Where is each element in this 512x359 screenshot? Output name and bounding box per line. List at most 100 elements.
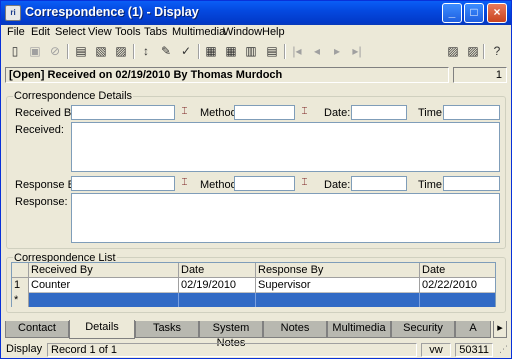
date-label: Date: [324, 107, 351, 119]
column-header-response-date[interactable]: Date [420, 263, 495, 278]
menu-select[interactable]: Select [55, 26, 86, 38]
close-button[interactable]: × [487, 3, 507, 23]
status-vw: vw [421, 343, 451, 357]
grid-view-icon[interactable]: ▦ [223, 43, 239, 59]
toolbar-separator [284, 44, 286, 59]
delete-record-icon[interactable]: ▧ [93, 43, 109, 59]
details-group-title: Correspondence Details [13, 90, 134, 102]
menu-tabs[interactable]: Tabs [144, 26, 167, 38]
edit-icon[interactable]: ✎ [158, 43, 174, 59]
response-date-field[interactable] [351, 176, 407, 191]
menu-tools[interactable]: Tools [115, 26, 141, 38]
received-by-picker-icon[interactable]: ⌶ [178, 105, 191, 119]
new-cell-received-by[interactable] [29, 293, 179, 307]
received-by-field[interactable] [71, 105, 175, 120]
column-header-response-by[interactable]: Response By [256, 263, 420, 278]
toolbar-separator [483, 44, 485, 59]
menu-edit[interactable]: Edit [31, 26, 50, 38]
record-count: 1 [453, 67, 507, 83]
menu-bar: File Edit Select View Tools Tabs Multime… [1, 25, 511, 41]
response-by-field[interactable] [71, 176, 175, 191]
previous-record-icon[interactable]: ◂ [309, 43, 325, 59]
tab-multimedia[interactable]: Multimedia [327, 321, 391, 338]
cancel-icon[interactable]: ⊘ [47, 43, 63, 59]
window-title: Correspondence (1) - Display [25, 5, 199, 19]
minimize-button[interactable]: _ [442, 3, 462, 23]
attach-icon[interactable]: ▨ [445, 43, 461, 59]
tab-tasks[interactable]: Tasks [135, 321, 199, 338]
first-record-icon[interactable]: |◂ [289, 43, 305, 59]
new-icon[interactable]: ▯ [7, 43, 23, 59]
response-method-field[interactable] [234, 176, 295, 191]
context-help-icon[interactable]: ? [489, 43, 505, 59]
toolbar-separator [198, 44, 200, 59]
tab-contact[interactable]: Contact [5, 321, 69, 338]
new-row[interactable]: * [12, 293, 495, 307]
menu-help[interactable]: Help [262, 26, 285, 38]
tab-security[interactable]: Security [391, 321, 455, 338]
received-date-field[interactable] [351, 105, 407, 120]
status-record: Record 1 of 1 [47, 343, 417, 357]
column-header-date[interactable]: Date [179, 263, 256, 278]
tab-bar: Contact Details Tasks System Notes Notes… [1, 319, 511, 349]
new-cell-response-by[interactable] [256, 293, 420, 307]
window: ri Correspondence (1) - Display _ □ × Fi… [0, 0, 512, 359]
response-label: Response: [15, 196, 68, 208]
tab-system-notes[interactable]: System Notes [199, 321, 263, 349]
method-picker-icon[interactable]: ⌶ [298, 105, 311, 119]
status-code: 50311 [455, 343, 493, 357]
new-row-marker: * [12, 293, 29, 307]
toolbar-separator [67, 44, 69, 59]
record-header: [Open] Received on 02/19/2010 By Thomas … [5, 67, 449, 83]
spellcheck-icon[interactable]: ✓ [178, 43, 194, 59]
save-icon[interactable]: ▣ [27, 43, 43, 59]
status-bar: Display Record 1 of 1 vw 50311 ⋰ [1, 342, 511, 358]
row-number: 1 [12, 278, 29, 293]
tab-notes[interactable]: Notes [263, 321, 327, 338]
next-record-icon[interactable]: ▸ [329, 43, 345, 59]
status-mode: Display [6, 343, 43, 355]
received-time-field[interactable] [443, 105, 500, 120]
received-label: Received: [15, 124, 64, 136]
cell-date[interactable]: 02/19/2010 [179, 278, 256, 293]
cell-response-date[interactable]: 02/22/2010 [420, 278, 495, 293]
method-field[interactable] [234, 105, 295, 120]
tab-scroll-right-icon[interactable]: ▸ [493, 321, 507, 338]
form-view-icon[interactable]: ▥ [243, 43, 259, 59]
toolbar-separator [133, 44, 135, 59]
response-text-area[interactable] [71, 193, 500, 243]
menu-window[interactable]: Window [223, 26, 262, 38]
tab-details[interactable]: Details [69, 320, 135, 339]
received-text-area[interactable] [71, 122, 500, 172]
menu-multimedia[interactable]: Multimedia [172, 26, 225, 38]
correspondence-grid: Received By Date Response By Date 1 Coun… [11, 262, 496, 307]
response-by-picker-icon[interactable]: ⌶ [178, 176, 191, 190]
app-icon[interactable]: ri [5, 5, 21, 21]
title-bar[interactable]: ri Correspondence (1) - Display _ □ × [1, 1, 511, 25]
table-row[interactable]: 1 Counter 02/19/2010 Supervisor 02/22/20… [12, 278, 495, 293]
response-date-label: Date: [324, 179, 351, 191]
sort-icon[interactable]: ↕ [138, 43, 154, 59]
response-time-label: Time: [418, 179, 446, 191]
time-label: Time: [418, 107, 446, 119]
grid-header: Received By Date Response By Date [12, 263, 495, 278]
response-time-field[interactable] [443, 176, 500, 191]
response-method-picker-icon[interactable]: ⌶ [298, 176, 311, 190]
toolbar: ▯ ▣ ⊘ ▤ ▧ ▨ ↕ ✎ ✓ ▦ ▦ ▥ ▤ |◂ ◂ ▸ ▸| ▨ ▨ … [1, 42, 511, 62]
cell-received-by[interactable]: Counter [29, 278, 179, 293]
column-header-received-by[interactable]: Received By [29, 263, 179, 278]
open-record-icon[interactable]: ▤ [73, 43, 89, 59]
row-header-corner [12, 263, 29, 278]
menu-view[interactable]: View [88, 26, 112, 38]
last-record-icon[interactable]: ▸| [349, 43, 365, 59]
tab-more[interactable]: A [455, 321, 491, 338]
new-cell-date[interactable] [179, 293, 256, 307]
print-icon[interactable]: ▤ [264, 43, 280, 59]
list-view-icon[interactable]: ▦ [203, 43, 219, 59]
menu-file[interactable]: File [7, 26, 25, 38]
copy-record-icon[interactable]: ▨ [113, 43, 129, 59]
resize-grip-icon[interactable]: ⋰ [496, 343, 509, 357]
cell-response-by[interactable]: Supervisor [256, 278, 420, 293]
maximize-button[interactable]: □ [464, 3, 484, 23]
duplicate-icon[interactable]: ▨ [465, 43, 481, 59]
